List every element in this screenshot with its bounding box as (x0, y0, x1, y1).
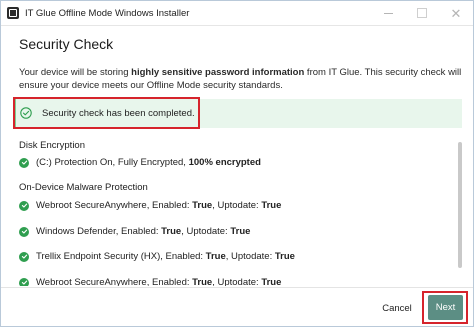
checks-list[interactable]: Disk Encryption (C:) Protection On, Full… (1, 134, 473, 286)
list-item-text: Webroot SecureAnywhere, Enabled: (36, 277, 193, 286)
list-item-uptodate-value: True (261, 200, 282, 211)
section-title-malware-protection: On-Device Malware Protection (19, 182, 148, 193)
check-icon (19, 200, 29, 211)
list-item-enabled-value: True (161, 226, 182, 237)
title-bar: IT Glue Offline Mode Windows Installer ✕ (1, 1, 473, 25)
close-icon: ✕ (450, 5, 462, 21)
window-controls: ✕ (371, 1, 473, 25)
check-icon (19, 226, 29, 237)
maximize-icon (417, 8, 427, 18)
description-text-bold: highly sensitive password information (131, 67, 305, 78)
list-item: Windows Defender, Enabled: True, Uptodat… (19, 226, 250, 237)
list-item: Webroot SecureAnywhere, Enabled: True, U… (19, 200, 281, 211)
list-item-text: Trellix Endpoint Security (HX), Enabled: (36, 251, 206, 262)
list-item-text: , Uptodate: (181, 226, 231, 237)
list-item: Trellix Endpoint Security (HX), Enabled:… (19, 251, 295, 262)
list-item-uptodate-value: True (230, 226, 251, 237)
list-item-text: Webroot SecureAnywhere, Enabled: (36, 200, 193, 211)
list-item-enabled-value: True (192, 200, 213, 211)
list-item-text: , Uptodate: (225, 251, 275, 262)
list-item-label: Trellix Endpoint Security (HX), Enabled:… (36, 251, 295, 262)
list-item: Webroot SecureAnywhere, Enabled: True, U… (19, 277, 281, 286)
installer-window: IT Glue Offline Mode Windows Installer ✕… (0, 0, 474, 327)
next-button[interactable]: Next (428, 295, 463, 320)
maximize-button[interactable] (405, 1, 439, 25)
window-title: IT Glue Offline Mode Windows Installer (25, 7, 190, 19)
check-icon (19, 277, 29, 286)
list-item-enabled-value: True (192, 277, 213, 286)
list-item-uptodate-value: True (274, 251, 295, 262)
cancel-button[interactable]: Cancel (373, 299, 421, 317)
close-button[interactable]: ✕ (439, 1, 473, 25)
footer: Cancel Next (1, 287, 473, 326)
list-item-value: 100% encrypted (188, 157, 261, 168)
list-item: (C:) Protection On, Fully Encrypted, 100… (19, 157, 261, 168)
list-item-text: (C:) Protection On, Fully Encrypted, (36, 157, 189, 168)
app-icon (7, 7, 19, 19)
list-item-label: Webroot SecureAnywhere, Enabled: True, U… (36, 200, 281, 211)
list-item-text: , Uptodate: (212, 200, 262, 211)
title-divider (1, 25, 473, 26)
list-item-label: (C:) Protection On, Fully Encrypted, 100… (36, 157, 261, 168)
list-item-label: Windows Defender, Enabled: True, Uptodat… (36, 226, 250, 237)
check-icon (19, 157, 29, 168)
scrollbar-thumb[interactable] (458, 142, 462, 268)
check-icon (19, 251, 29, 262)
page-description: Your device will be storing highly sensi… (19, 66, 464, 92)
list-item-text: Windows Defender, Enabled: (36, 226, 162, 237)
minimize-button[interactable] (371, 1, 405, 25)
minimize-icon (383, 12, 393, 14)
status-highlight-outline (13, 97, 200, 129)
list-item-label: Webroot SecureAnywhere, Enabled: True, U… (36, 277, 281, 286)
page-title: Security Check (19, 36, 114, 52)
list-item-enabled-value: True (205, 251, 226, 262)
section-title-disk-encryption: Disk Encryption (19, 140, 85, 151)
list-item-text: , Uptodate: (212, 277, 262, 286)
description-text-start: Your device will be storing (19, 67, 132, 78)
list-item-uptodate-value: True (261, 277, 282, 286)
